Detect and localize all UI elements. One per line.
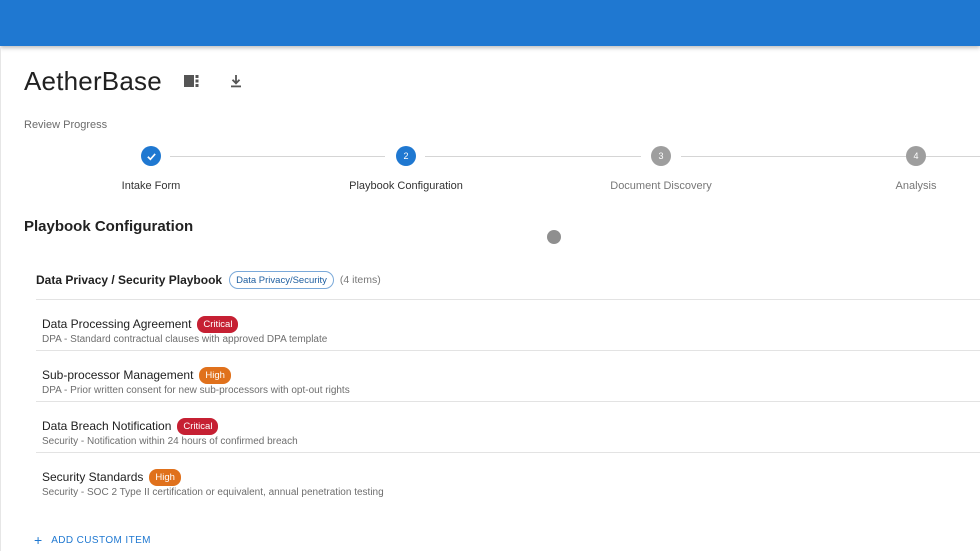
item-description: Security - Notification within 24 hours … bbox=[42, 436, 298, 447]
pointer-cursor-indicator bbox=[547, 230, 561, 244]
step-number: 2 bbox=[396, 146, 416, 166]
step-document-discovery[interactable]: 3 Document Discovery bbox=[561, 146, 761, 192]
item-description: Security - SOC 2 Type II certification o… bbox=[42, 487, 384, 498]
item-description: DPA - Standard contractual clauses with … bbox=[42, 334, 328, 345]
step-analysis[interactable]: 4 Analysis bbox=[816, 146, 980, 192]
step-label: Intake Form bbox=[121, 180, 181, 192]
list-item[interactable]: Data Processing Agreement Critical DPA -… bbox=[36, 299, 980, 350]
title-row: AetherBase bbox=[24, 64, 248, 98]
step-label: Playbook Configuration bbox=[349, 180, 463, 192]
list-item[interactable]: Sub-processor Management High DPA - Prio… bbox=[36, 350, 980, 401]
playbook-header: Data Privacy / Security Playbook Data Pr… bbox=[36, 270, 381, 290]
top-app-bar bbox=[0, 0, 980, 46]
playbook-item-list: Data Processing Agreement Critical DPA -… bbox=[36, 299, 980, 503]
playbook-category-chip: Data Privacy/Security bbox=[229, 271, 334, 289]
view-columns-button[interactable] bbox=[180, 69, 204, 93]
add-custom-item-label: ADD CUSTOM ITEM bbox=[51, 534, 151, 546]
page-title: AetherBase bbox=[24, 65, 162, 96]
page-left-border bbox=[0, 46, 1, 551]
item-title: Security Standards bbox=[42, 470, 144, 484]
step-number: 3 bbox=[651, 146, 671, 166]
severity-badge: High bbox=[199, 366, 231, 384]
step-intake-form[interactable]: Intake Form bbox=[51, 146, 251, 192]
item-description: DPA - Prior written consent for new sub-… bbox=[42, 385, 350, 396]
severity-badge: Critical bbox=[197, 315, 239, 333]
severity-badge: Critical bbox=[177, 417, 219, 435]
view-columns-icon bbox=[183, 75, 199, 87]
step-playbook-configuration[interactable]: 2 Playbook Configuration bbox=[306, 146, 506, 192]
item-title: Data Processing Agreement bbox=[42, 317, 192, 331]
add-custom-item-button[interactable]: + ADD CUSTOM ITEM bbox=[34, 533, 151, 547]
plus-icon: + bbox=[34, 532, 43, 548]
list-item[interactable]: Security Standards High Security - SOC 2… bbox=[36, 452, 980, 503]
item-title: Data Breach Notification bbox=[42, 419, 172, 433]
step-label: Analysis bbox=[895, 180, 937, 192]
review-progress-label: Review Progress bbox=[24, 119, 108, 131]
section-title: Playbook Configuration bbox=[24, 218, 194, 235]
review-progress-stepper: Intake Form 2 Playbook Configuration 3 D… bbox=[0, 146, 980, 196]
download-icon bbox=[230, 75, 241, 88]
check-icon bbox=[146, 152, 156, 160]
item-title: Sub-processor Management bbox=[42, 368, 194, 382]
severity-badge: High bbox=[149, 468, 181, 486]
list-item[interactable]: Data Breach Notification Critical Securi… bbox=[36, 401, 980, 452]
step-number: 4 bbox=[906, 146, 926, 166]
step-label: Document Discovery bbox=[610, 180, 712, 192]
download-button[interactable] bbox=[224, 69, 248, 93]
playbook-name: Data Privacy / Security Playbook bbox=[36, 273, 223, 287]
playbook-item-count: (4 items) bbox=[339, 274, 381, 286]
step-complete-indicator bbox=[141, 146, 161, 166]
